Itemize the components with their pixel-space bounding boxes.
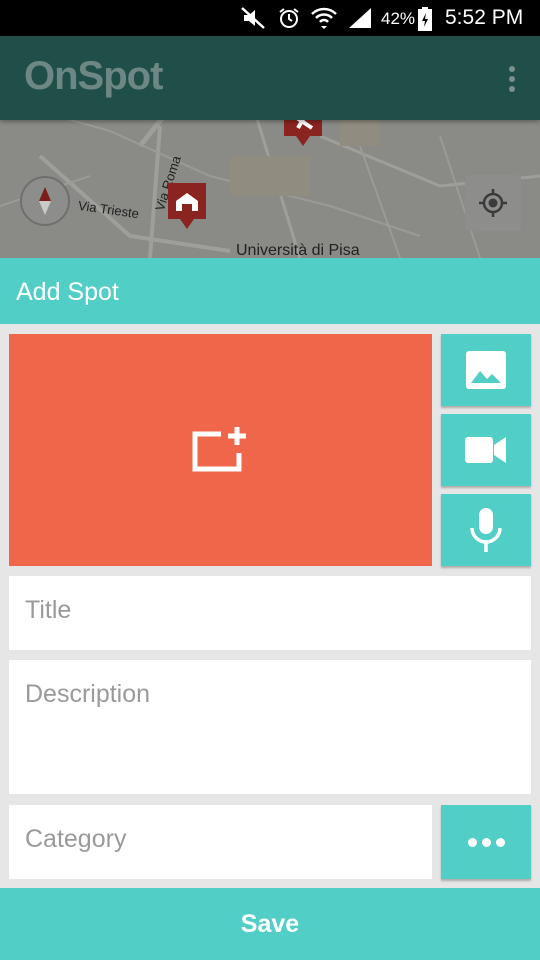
my-location-button[interactable] [465, 175, 521, 231]
category-more-button[interactable] [441, 805, 531, 879]
add-spot-title: Add Spot [16, 278, 119, 306]
add-media-icon [192, 427, 246, 472]
video-camera-icon [465, 437, 506, 463]
map-pin-icon[interactable] [166, 181, 208, 233]
status-bar: 42% 5:52 PM [0, 0, 540, 36]
category-input[interactable]: Category [9, 805, 432, 879]
battery-percentage: 42% [381, 9, 416, 28]
save-button[interactable]: Save [0, 888, 540, 960]
media-preview[interactable] [9, 334, 432, 566]
title-input[interactable]: Title [9, 576, 531, 650]
description-input[interactable]: Description [9, 660, 531, 794]
more-dots-icon [468, 838, 477, 847]
mute-icon [241, 7, 265, 29]
battery-icon [418, 7, 432, 31]
add-audio-button[interactable] [441, 494, 531, 566]
add-video-button[interactable] [441, 414, 531, 486]
compass-icon [39, 187, 51, 215]
my-location-icon [479, 189, 507, 217]
add-image-button[interactable] [441, 334, 531, 406]
microphone-icon [470, 508, 502, 552]
compass-button[interactable] [20, 176, 70, 226]
wifi-icon [311, 7, 337, 29]
app-logo: OnSpot [24, 54, 163, 98]
map-label-university: Università di Pisa [236, 242, 360, 258]
overflow-menu-icon[interactable] [500, 62, 524, 94]
add-spot-header: Add Spot [0, 258, 540, 324]
app-bar: OnSpot [0, 36, 540, 120]
clock: 5:52 PM [445, 6, 524, 29]
image-icon [466, 351, 506, 389]
signal-icon [349, 8, 371, 28]
alarm-icon [279, 8, 299, 28]
